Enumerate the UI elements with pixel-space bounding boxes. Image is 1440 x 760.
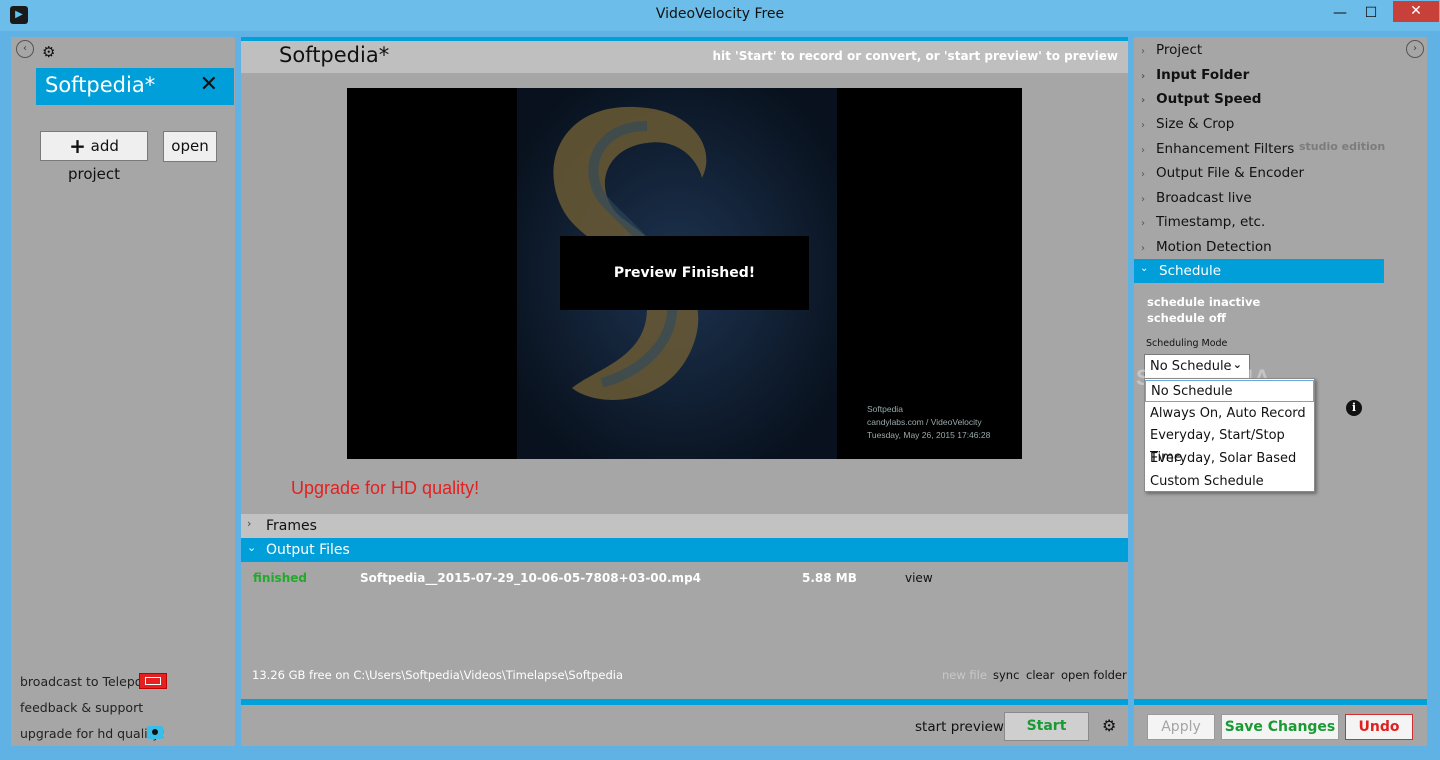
option-no-schedule[interactable]: No Schedule <box>1145 380 1314 402</box>
nav-project[interactable]: › Project <box>1141 42 1202 66</box>
nav-size-crop[interactable]: › Size & Crop <box>1141 116 1234 140</box>
start-button[interactable]: Start <box>1004 712 1089 741</box>
upgrade-hd-banner[interactable]: Upgrade for HD quality! <box>291 478 479 499</box>
nav-motion-detection-label: Motion Detection <box>1156 239 1272 255</box>
undo-button[interactable]: Undo <box>1345 714 1413 740</box>
project-title: Softpedia* <box>279 43 390 67</box>
chevron-right-icon: › <box>1141 46 1145 57</box>
frames-section-header[interactable]: › Frames <box>241 514 1128 538</box>
nav-schedule[interactable]: ⌄ Schedule <box>1134 259 1384 283</box>
nav-size-crop-label: Size & Crop <box>1156 116 1235 132</box>
nav-output-speed-label: Output Speed <box>1156 91 1262 107</box>
nav-timestamp-label: Timestamp, etc. <box>1156 214 1266 230</box>
free-space-info: 13.26 GB free on C:\Users\Softpedia\Vide… <box>252 668 624 682</box>
chevron-down-icon: ⌄ <box>247 541 257 554</box>
chevron-right-icon: › <box>247 517 252 530</box>
info-icon[interactable]: i <box>1346 400 1362 416</box>
nav-input-folder-label: Input Folder <box>1156 67 1250 83</box>
upgrade-hd-link[interactable]: upgrade for hd quality! <box>20 726 165 741</box>
close-project-icon[interactable]: ✕ <box>200 72 218 97</box>
scheduling-mode-dropdown: No Schedule Always On, Auto Record Every… <box>1144 378 1315 492</box>
gear-icon[interactable]: ⚙ <box>42 43 55 61</box>
watermark-line-1: Softpedia <box>867 404 903 414</box>
option-start-stop-time[interactable]: Everyday, Start/Stop Time <box>1145 425 1314 465</box>
option-custom-schedule[interactable]: Custom Schedule <box>1145 471 1314 493</box>
center-bottom-accent-bar <box>241 699 1128 705</box>
chevron-right-icon: › <box>1141 194 1145 205</box>
title-bar: ▶ VideoVelocity Free — ☐ ✕ <box>0 0 1440 31</box>
chevron-down-icon: ⌄ <box>1140 263 1149 274</box>
sync-link[interactable]: sync <box>993 668 1019 682</box>
schedule-off-status: schedule off <box>1147 311 1227 325</box>
chevron-right-icon: › <box>1141 243 1145 254</box>
open-folder-link[interactable]: open folder <box>1061 668 1127 682</box>
plus-icon: + <box>69 134 86 158</box>
nav-broadcast-live[interactable]: › Broadcast live <box>1141 190 1252 214</box>
project-tab-label: Softpedia* <box>45 73 156 97</box>
teleport-icon[interactable] <box>139 673 167 689</box>
broadcast-teleport-link[interactable]: broadcast to Teleport <box>20 674 152 689</box>
output-file-size: 5.88 MB <box>802 571 857 585</box>
forward-icon[interactable]: › <box>1406 40 1424 58</box>
minimize-button[interactable]: — <box>1326 1 1354 25</box>
nav-broadcast-live-label: Broadcast live <box>1156 190 1252 206</box>
apply-button[interactable]: Apply <box>1147 714 1215 740</box>
output-file-status: finished <box>253 571 307 585</box>
chevron-right-icon: › <box>1141 169 1145 180</box>
gear-icon[interactable]: ⚙ <box>1102 716 1116 735</box>
start-preview-button[interactable]: start preview <box>915 719 1004 735</box>
view-file-link[interactable]: view <box>905 571 933 585</box>
close-button[interactable]: ✕ <box>1393 1 1439 22</box>
option-solar-based[interactable]: Everyday, Solar Based <box>1145 448 1314 470</box>
nav-output-speed[interactable]: › Output Speed <box>1141 91 1261 115</box>
feedback-support-link[interactable]: feedback & support <box>20 700 143 715</box>
nav-enhancement-filters[interactable]: › Enhancement Filters <box>1141 141 1294 165</box>
chevron-right-icon: › <box>1141 95 1146 106</box>
schedule-status: schedule inactive <box>1147 295 1261 309</box>
chevron-right-icon: › <box>1141 120 1145 131</box>
option-always-on[interactable]: Always On, Auto Record <box>1145 403 1314 425</box>
project-tab[interactable]: Softpedia* ✕ <box>36 68 234 105</box>
chevron-right-icon: › <box>1141 218 1145 229</box>
start-hint: hit 'Start' to record or convert, or 'st… <box>712 49 1118 63</box>
preview-status-message: Preview Finished! <box>560 236 809 310</box>
watermark-line-2: candylabs.com / VideoVelocity <box>867 417 982 427</box>
new-file-link[interactable]: new file <box>942 668 987 682</box>
output-files-label: Output Files <box>266 542 350 558</box>
project-header: Softpedia* hit 'Start' to record or conv… <box>241 41 1128 73</box>
maximize-button[interactable]: ☐ <box>1357 1 1385 25</box>
clear-link[interactable]: clear <box>1026 668 1054 682</box>
output-files-section-header[interactable]: ⌄ Output Files <box>241 538 1128 562</box>
studio-edition-tag: studio edition <box>1299 140 1386 153</box>
window-title: VideoVelocity Free <box>655 6 785 22</box>
nav-output-file-encoder[interactable]: › Output File & Encoder <box>1141 165 1304 189</box>
nav-schedule-label: Schedule <box>1159 263 1222 279</box>
save-changes-button[interactable]: Save Changes <box>1221 714 1339 740</box>
scheduling-mode-label: Scheduling Mode <box>1146 338 1228 349</box>
nav-output-file-encoder-label: Output File & Encoder <box>1156 165 1305 181</box>
frames-label: Frames <box>266 518 317 534</box>
chevron-right-icon: › <box>1141 145 1145 156</box>
back-icon[interactable]: ‹ <box>16 40 34 58</box>
nav-enhancement-filters-label: Enhancement Filters <box>1156 141 1295 157</box>
open-button[interactable]: open <box>163 131 217 162</box>
nav-input-folder[interactable]: › Input Folder <box>1141 67 1249 91</box>
nav-project-label: Project <box>1156 42 1203 58</box>
chevron-right-icon: › <box>1141 71 1146 82</box>
nav-timestamp[interactable]: › Timestamp, etc. <box>1141 214 1265 238</box>
camera-icon[interactable] <box>147 726 163 739</box>
right-bottom-accent-bar <box>1134 699 1427 705</box>
watermark-line-3: Tuesday, May 26, 2015 17:46:28 <box>867 430 991 440</box>
output-file-name: Softpedia__2015-07-29_10-06-05-7808+03-0… <box>360 571 702 585</box>
add-project-button[interactable]: + add project <box>40 131 148 183</box>
